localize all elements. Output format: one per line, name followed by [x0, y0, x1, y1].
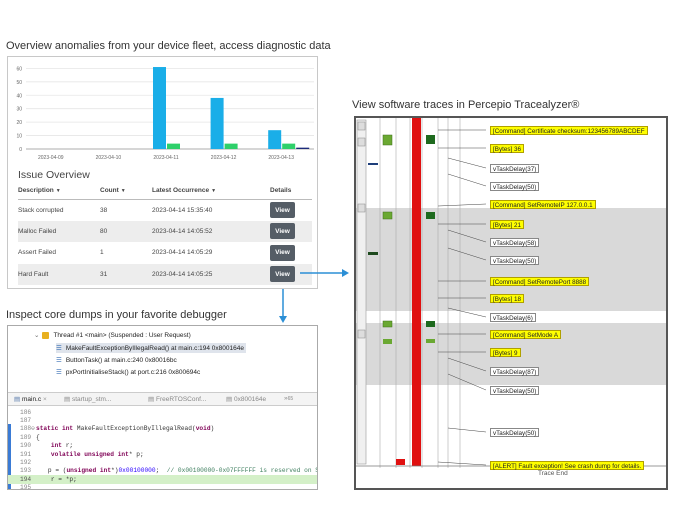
trace-user-event[interactable]: [Command] Certificate checksum:123456789… — [490, 126, 648, 135]
code-editor[interactable]: 186 187 188⊖ static int MakeFaultExceptio… — [8, 408, 318, 490]
chevron-down-icon[interactable]: ⌄ — [34, 331, 39, 339]
debugger-panel: ⌄ Thread #1 <main> (Suspended : User Req… — [7, 325, 318, 490]
task-block[interactable] — [382, 320, 393, 328]
trace-kernel-event[interactable]: vTaskDelay(37) — [490, 164, 540, 173]
trace-kernel-event[interactable]: vTaskDelay(50) — [490, 182, 540, 191]
code-line: 190 int r; — [20, 442, 74, 450]
stack-frame[interactable]: ☰ MakeFaultExceptionByIllegalRead() at m… — [56, 343, 246, 353]
trace-scrollbar[interactable] — [356, 119, 367, 465]
trace-view[interactable]: [Command] Certificate checksum:123456789… — [354, 116, 668, 490]
fault-task-bar[interactable] — [396, 459, 405, 465]
trace-user-event[interactable]: [Command] SetMode A — [490, 330, 562, 339]
trace-kernel-event[interactable]: vTaskDelay(50) — [490, 386, 540, 395]
thread-icon — [42, 331, 50, 339]
code-line: 186 — [20, 408, 32, 416]
fault-task-bar[interactable] — [412, 118, 421, 466]
task-block[interactable] — [382, 211, 393, 220]
code-line: 193 p = (unsigned int *) 0x00100000; // 0x… — [20, 467, 318, 475]
stack-frame[interactable]: ☰ ButtonTask() at main.c:240 0x80016bc — [56, 355, 177, 365]
code-line: 188⊖ static int MakeFaultExceptionByIlleg… — [20, 425, 215, 433]
trace-user-event[interactable]: [Bytes] 21 — [490, 220, 525, 229]
trace-user-event[interactable]: [ALERT] Fault exception! See crash dump … — [490, 461, 645, 470]
task-block[interactable] — [383, 339, 392, 344]
task-block[interactable] — [382, 134, 393, 146]
frame-icon: ☰ — [56, 357, 62, 364]
tab-main-c[interactable]: ▤ main.c × — [14, 395, 47, 403]
trace-kernel-event[interactable]: vTaskDelay(50) — [490, 428, 540, 437]
trace-kernel-event[interactable]: vTaskDelay(58) — [490, 238, 540, 247]
trace-end-label: Trace End — [538, 470, 568, 477]
code-line: 191 volatile unsigned int * p; — [20, 450, 144, 458]
tab-address[interactable]: ▤ 0x800164e — [226, 395, 266, 403]
trace-kernel-event[interactable]: vTaskDelay(50) — [490, 256, 540, 265]
trace-user-event[interactable]: [Command] SetRemotePort 8888 — [490, 277, 590, 286]
code-line: 195 — [20, 484, 32, 490]
task-block[interactable] — [426, 339, 435, 343]
code-line: 187 — [20, 417, 32, 425]
stack-frame[interactable]: ☰ pxPortInitialiseStack() at port.c:216 … — [56, 367, 200, 377]
task-block[interactable] — [426, 321, 435, 327]
task-block[interactable] — [426, 135, 435, 144]
scroll-thumb[interactable] — [357, 121, 366, 131]
trace-kernel-event[interactable]: vTaskDelay(6) — [490, 313, 536, 322]
code-line: 189{ — [20, 433, 40, 441]
tab-overflow[interactable]: »65 — [284, 395, 293, 402]
editor-tabs: ▤ main.c × ▤ startup_stm... ▤ FreeRTOSCo… — [8, 392, 317, 406]
trace-user-event[interactable]: [Bytes] 9 — [490, 348, 521, 357]
code-line: 192 — [20, 459, 32, 467]
current-code-line: 194 r = *p; — [8, 475, 317, 484]
tab-startup[interactable]: ▤ startup_stm... — [64, 395, 111, 403]
task-block[interactable] — [426, 212, 435, 219]
thread-label: Thread #1 <main> (Suspended : User Reque… — [53, 331, 191, 339]
thread-row[interactable]: ⌄ Thread #1 <main> (Suspended : User Req… — [34, 330, 191, 340]
trace-kernel-event[interactable]: vTaskDelay(87) — [490, 367, 540, 376]
trace-user-event[interactable]: [Bytes] 18 — [490, 294, 525, 303]
frame-icon: ☰ — [56, 345, 62, 352]
frame-icon: ☰ — [56, 369, 62, 376]
arrow-to-trace-head — [342, 269, 349, 277]
trace-user-event[interactable]: [Bytes] 36 — [490, 144, 525, 153]
trace-user-event[interactable]: [Command] SetRemoteIP 127.0.0.1 — [490, 200, 596, 209]
arrow-to-debugger-head — [279, 316, 287, 323]
tab-freertosconf[interactable]: ▤ FreeRTOSConf... — [148, 395, 206, 403]
